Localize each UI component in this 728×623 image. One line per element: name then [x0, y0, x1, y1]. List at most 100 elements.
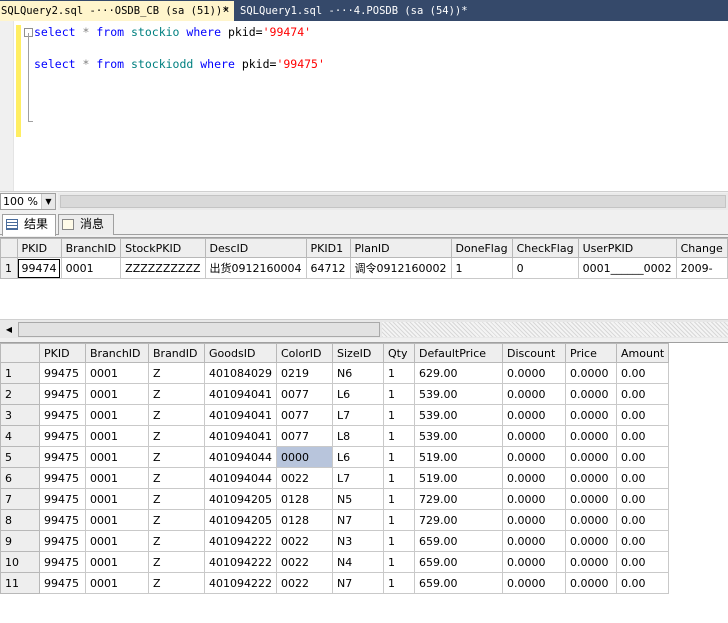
table-cell[interactable]: 2009- — [675, 257, 728, 279]
table-row[interactable]: 8 99475 0001 Z 401094205 0128 N7 1 729.00 0.0000 0… — [0, 509, 670, 531]
table-cell[interactable]: 0.00 — [615, 530, 670, 552]
scroll-left-icon[interactable]: ◀ — [2, 322, 16, 337]
row-header[interactable]: 3 — [0, 404, 40, 426]
table-cell[interactable]: 99475 — [39, 551, 86, 573]
tab-results[interactable]: 结果 — [2, 214, 56, 236]
table-cell[interactable]: 0022 — [276, 551, 333, 573]
table-cell[interactable]: 0.00 — [615, 446, 670, 468]
column-header[interactable]: PKID — [16, 238, 62, 258]
table-cell[interactable]: N5 — [332, 488, 384, 510]
table-cell[interactable]: 0.0000 — [502, 509, 566, 531]
column-header[interactable]: BranchID — [85, 343, 149, 363]
column-header[interactable]: ColorID — [276, 343, 333, 363]
table-cell[interactable]: 0022 — [276, 467, 333, 489]
table-cell[interactable]: 1 — [383, 467, 415, 489]
table-cell[interactable]: 0.00 — [615, 425, 670, 447]
table-cell[interactable]: 99475 — [39, 425, 86, 447]
table-cell[interactable]: Z — [148, 488, 205, 510]
code-line-2[interactable]: select * from stockiodd where pkid='9947… — [34, 57, 325, 71]
table-cell[interactable]: 401094041 — [204, 383, 277, 405]
table-cell[interactable]: N7 — [332, 572, 384, 594]
row-header[interactable]: 1 — [0, 257, 18, 279]
table-cell[interactable]: 0.0000 — [565, 509, 617, 531]
chevron-down-icon[interactable]: ▼ — [41, 194, 55, 209]
table-cell[interactable]: 0.0000 — [502, 488, 566, 510]
column-header[interactable]: DoneFlag — [450, 238, 513, 258]
table-cell[interactable]: 401094222 — [204, 530, 277, 552]
row-header[interactable]: 2 — [0, 383, 40, 405]
table-cell[interactable]: 0.0000 — [502, 572, 566, 594]
row-header[interactable]: 5 — [0, 446, 40, 468]
column-header[interactable]: GoodsID — [204, 343, 277, 363]
table-row[interactable]: 11 99475 0001 Z 401094222 0022 N7 1 659.00 0.0000… — [0, 572, 670, 594]
table-cell[interactable]: 1 — [383, 509, 415, 531]
table-cell[interactable]: 0001 — [85, 362, 149, 384]
table-cell[interactable]: L6 — [332, 446, 384, 468]
column-header[interactable]: BranchID — [60, 238, 122, 258]
table-cell[interactable]: 401094044 — [204, 446, 277, 468]
table-cell[interactable]: 0022 — [276, 572, 333, 594]
scrollbar-thumb[interactable] — [18, 322, 380, 337]
result-grid-2[interactable]: PKID BranchID BrandID GoodsID ColorID Si… — [0, 342, 728, 623]
zoom-dropdown[interactable]: 100 % ▼ — [0, 193, 56, 210]
grid-corner[interactable] — [0, 238, 18, 258]
column-header[interactable]: CheckFlag — [511, 238, 579, 258]
table-cell[interactable]: 659.00 — [414, 530, 503, 552]
table-cell[interactable]: 99475 — [39, 530, 86, 552]
table-cell[interactable]: 401094222 — [204, 572, 277, 594]
table-cell[interactable]: 0022 — [276, 530, 333, 552]
table-cell[interactable]: 0128 — [276, 509, 333, 531]
selected-cell[interactable]: 0000 — [276, 446, 333, 468]
column-header[interactable]: StockPKID — [120, 238, 206, 258]
table-row[interactable]: 2 99475 0001 Z 401094041 0077 L6 1 539.00 0.0000 0… — [0, 383, 670, 405]
table-cell[interactable]: 519.00 — [414, 446, 503, 468]
table-cell[interactable]: 0219 — [276, 362, 333, 384]
grid-corner[interactable] — [0, 343, 40, 363]
table-row[interactable]: 6 99475 0001 Z 401094044 0022 L7 1 519.00 0.0000 0… — [0, 467, 670, 489]
close-icon[interactable]: × — [220, 4, 232, 16]
table-cell[interactable]: 729.00 — [414, 509, 503, 531]
table-cell[interactable]: L6 — [332, 383, 384, 405]
table-cell[interactable]: 1 — [383, 488, 415, 510]
table-cell[interactable]: 401094044 — [204, 467, 277, 489]
column-header[interactable]: Change — [675, 238, 728, 258]
table-cell[interactable]: 0001 — [85, 383, 149, 405]
table-cell[interactable]: 99475 — [39, 509, 86, 531]
table-cell[interactable]: Z — [148, 383, 205, 405]
table-cell[interactable]: 401094222 — [204, 551, 277, 573]
table-cell[interactable]: 99475 — [39, 488, 86, 510]
table-cell[interactable]: 539.00 — [414, 383, 503, 405]
tab-messages[interactable]: 消息 — [58, 214, 114, 235]
scrollbar-track[interactable] — [382, 322, 728, 337]
table-cell[interactable]: 0001 — [85, 404, 149, 426]
table-cell[interactable]: 401094041 — [204, 425, 277, 447]
table-cell[interactable]: L8 — [332, 425, 384, 447]
grid1-horizontal-scrollbar[interactable]: ◀ — [0, 319, 728, 338]
table-cell[interactable]: Z — [148, 467, 205, 489]
column-header[interactable]: BrandID — [148, 343, 205, 363]
table-cell[interactable]: 1 — [383, 530, 415, 552]
table-cell[interactable]: 0.0000 — [502, 425, 566, 447]
row-header[interactable]: 8 — [0, 509, 40, 531]
table-cell[interactable]: ZZZZZZZZZZ — [120, 257, 206, 279]
table-cell[interactable]: Z — [148, 551, 205, 573]
table-row[interactable]: 4 99475 0001 Z 401094041 0077 L8 1 539.00 0.0000 0… — [0, 425, 670, 447]
table-cell[interactable]: 1 — [383, 551, 415, 573]
table-cell[interactable]: 0.00 — [615, 551, 670, 573]
table-cell[interactable]: 99475 — [39, 383, 86, 405]
table-cell[interactable]: 0077 — [276, 425, 333, 447]
table-cell[interactable]: 401094205 — [204, 509, 277, 531]
table-cell[interactable]: 0.0000 — [502, 530, 566, 552]
table-cell[interactable]: Z — [148, 572, 205, 594]
table-cell[interactable]: 调令0912160002 — [349, 257, 452, 279]
row-header[interactable]: 7 — [0, 488, 40, 510]
column-header[interactable]: UserPKID — [577, 238, 677, 258]
table-cell[interactable]: 659.00 — [414, 551, 503, 573]
table-cell[interactable]: 0 — [511, 257, 579, 279]
column-header[interactable]: Amount — [615, 343, 670, 363]
column-header[interactable]: PKID1 — [305, 238, 351, 258]
table-cell[interactable]: 1 — [383, 404, 415, 426]
table-cell[interactable]: 1 — [383, 383, 415, 405]
column-header[interactable]: Discount — [502, 343, 566, 363]
table-cell[interactable]: 0001______0002 — [577, 257, 677, 279]
